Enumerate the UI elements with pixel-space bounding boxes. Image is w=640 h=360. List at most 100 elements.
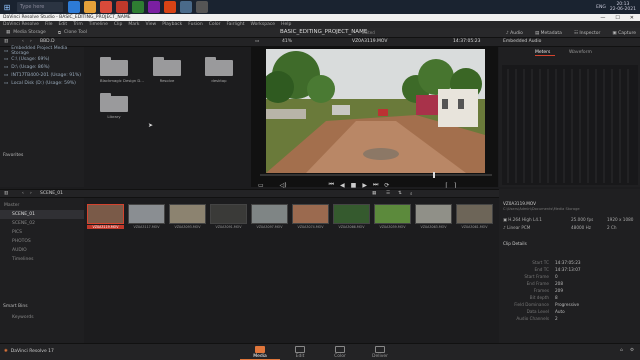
resolve-app-icon[interactable] bbox=[180, 1, 192, 13]
bin-item[interactable]: SCENE_02 bbox=[0, 219, 84, 228]
app-icon[interactable] bbox=[132, 1, 144, 13]
zoom-level[interactable]: 41% bbox=[282, 39, 292, 44]
tab-meters[interactable]: Meters bbox=[535, 50, 555, 56]
metadata-value[interactable]: 208 bbox=[555, 281, 563, 286]
loop-icon[interactable]: ⟳ bbox=[384, 182, 389, 189]
app-icon[interactable] bbox=[164, 1, 176, 13]
back-arrow-icon[interactable]: ‹ bbox=[22, 39, 24, 44]
clip-thumbnail[interactable]: VZ0A3097.MOV bbox=[251, 204, 288, 232]
clip-thumbnail[interactable]: VZ0A3074.MOV bbox=[292, 204, 329, 232]
clip-thumbnail[interactable]: VZ0A3117.MOV bbox=[128, 204, 165, 232]
viewer-options-icon[interactable]: ▭ bbox=[258, 182, 264, 189]
capture-panel-button[interactable]: ▣ Capture bbox=[612, 31, 636, 36]
stop-icon[interactable]: ■ bbox=[351, 182, 357, 189]
metadata-value[interactable]: Progressive bbox=[555, 302, 579, 307]
bin-item[interactable]: SCENE_01 bbox=[0, 210, 84, 219]
menu-item[interactable]: File bbox=[45, 22, 53, 27]
menu-item[interactable]: DaVinci Resolve bbox=[3, 22, 39, 27]
page-tab-media[interactable]: Media bbox=[240, 346, 280, 360]
search-icon[interactable]: ⌕ bbox=[410, 191, 413, 197]
thumbnail-view-icon[interactable]: ▦ bbox=[372, 191, 376, 196]
menu-item[interactable]: Help bbox=[281, 22, 291, 27]
menu-item[interactable]: Mark bbox=[128, 22, 139, 27]
bin-item[interactable]: Master bbox=[0, 201, 84, 210]
settings-icon[interactable]: ⚙ bbox=[630, 348, 634, 353]
menu-item[interactable]: Timeline bbox=[89, 22, 108, 27]
clip-thumbnail[interactable]: VZ0A3059.MOV bbox=[374, 204, 411, 232]
clip-thumbnail[interactable]: VZ0A3119.MOV bbox=[87, 204, 124, 232]
mark-in-icon[interactable]: ⌈ bbox=[445, 182, 447, 189]
menu-item[interactable]: View bbox=[146, 22, 157, 27]
minimize-button[interactable]: — bbox=[600, 15, 605, 21]
clip-thumbnail[interactable]: VZ0A3066.MOV bbox=[333, 204, 370, 232]
forward-arrow-icon[interactable]: › bbox=[30, 191, 32, 196]
mark-out-icon[interactable]: ⌉ bbox=[454, 182, 456, 189]
page-tab-edit[interactable]: Edit bbox=[280, 346, 320, 359]
sort-icon[interactable]: ⇅ bbox=[398, 191, 402, 196]
maximize-button[interactable]: ☐ bbox=[615, 15, 619, 21]
play-icon[interactable]: ▶ bbox=[362, 182, 367, 189]
clip-thumbnail[interactable]: VZ0A3091.MOV bbox=[210, 204, 247, 232]
breadcrumb-path[interactable]: BBD.D bbox=[40, 39, 55, 44]
app-icon[interactable] bbox=[116, 1, 128, 13]
jump-end-icon[interactable]: ⏭ bbox=[373, 181, 378, 189]
storage-location[interactable]: ▭ D:\ (Usage: 86%) bbox=[0, 63, 84, 71]
folder-item[interactable]: Library bbox=[100, 93, 128, 119]
viewer-menu-icon[interactable]: ▭ bbox=[255, 39, 259, 44]
clip-thumbnail[interactable]: VZ0A3061.MOV bbox=[456, 204, 493, 232]
clip-thumbnail[interactable]: VZ0A3093.MOV bbox=[169, 204, 206, 232]
jump-start-icon[interactable]: ⏮ bbox=[329, 181, 334, 189]
metadata-value[interactable]: 0 bbox=[555, 274, 558, 279]
grid-view-icon[interactable]: ▥ bbox=[4, 39, 8, 44]
audio-panel-button[interactable]: ♪ Audio bbox=[506, 31, 523, 36]
taskbar-clock[interactable]: 20:13 22-06-2021 bbox=[610, 2, 636, 12]
reverse-play-icon[interactable]: ◀ bbox=[340, 182, 345, 189]
menu-item[interactable]: Playback bbox=[162, 22, 182, 27]
bin-item[interactable]: AUDIO bbox=[0, 246, 84, 255]
metadata-value[interactable]: 2 bbox=[555, 316, 558, 321]
list-view-icon[interactable]: ☰ bbox=[386, 191, 390, 196]
storage-location[interactable]: ▭ Embedded Project Media Storage bbox=[0, 46, 84, 56]
taskbar-search-input[interactable]: Type here bbox=[17, 2, 63, 12]
metadata-panel-button[interactable]: ▤ Metadata bbox=[535, 31, 562, 36]
bin-item[interactable]: Timelines bbox=[0, 255, 84, 264]
back-arrow-icon[interactable]: ‹ bbox=[22, 191, 24, 196]
folder-item[interactable]: Blackmagic Design D... bbox=[100, 57, 144, 83]
metadata-value[interactable]: 14:37:13:07 bbox=[555, 267, 581, 272]
bin-list-icon[interactable]: ▥ bbox=[4, 191, 8, 196]
inspector-panel-button[interactable]: ☷ Inspector bbox=[574, 31, 600, 36]
edge-app-icon[interactable] bbox=[68, 1, 80, 13]
windows-start-icon[interactable]: ⊞ bbox=[0, 0, 14, 14]
media-storage-button[interactable]: ▦ Media Storage bbox=[0, 30, 52, 35]
storage-location[interactable]: ▭ C:\ (Usage: 69%) bbox=[0, 55, 84, 63]
close-button[interactable]: ✕ bbox=[630, 15, 634, 21]
tab-waveform[interactable]: Waveform bbox=[569, 50, 592, 55]
volume-icon[interactable]: ◁) bbox=[280, 182, 287, 189]
metadata-value[interactable]: Auto bbox=[555, 309, 565, 314]
bin-item[interactable]: PHOTOS bbox=[0, 237, 84, 246]
page-tab-deliver[interactable]: Deliver bbox=[360, 346, 400, 359]
folder-item[interactable]: Resolve bbox=[153, 57, 181, 83]
playhead[interactable] bbox=[433, 172, 435, 178]
home-icon[interactable]: ⌂ bbox=[620, 348, 623, 353]
bin-item[interactable]: PICS bbox=[0, 228, 84, 237]
menu-item[interactable]: Fairlight bbox=[226, 22, 244, 27]
forward-arrow-icon[interactable]: › bbox=[30, 39, 32, 44]
page-tab-color[interactable]: Color bbox=[320, 346, 360, 359]
chrome-app-icon[interactable] bbox=[100, 1, 112, 13]
clone-tool-button[interactable]: ⧉ Clone Tool bbox=[52, 30, 93, 36]
storage-location[interactable]: ▭ Local Disk (D:) (Usage: 59%) bbox=[0, 79, 84, 87]
clip-thumbnail[interactable]: VZ0A3063.MOV bbox=[415, 204, 452, 232]
app-icon[interactable] bbox=[148, 1, 160, 13]
metadata-value[interactable]: 8 bbox=[555, 295, 558, 300]
storage-location[interactable]: ▭ INT17TB400-201 (Usage: 91%) bbox=[0, 71, 84, 79]
menu-item[interactable]: Workspace bbox=[250, 22, 275, 27]
metadata-value[interactable]: 14:37:05:23 bbox=[555, 260, 581, 265]
menu-item[interactable]: Color bbox=[209, 22, 221, 27]
menu-item[interactable]: Clip bbox=[114, 22, 123, 27]
menu-item[interactable]: Edit bbox=[58, 22, 67, 27]
menu-item[interactable]: Trim bbox=[73, 22, 83, 27]
explorer-app-icon[interactable] bbox=[84, 1, 96, 13]
viewer-scrubber[interactable] bbox=[260, 172, 492, 178]
app-icon[interactable] bbox=[196, 1, 208, 13]
